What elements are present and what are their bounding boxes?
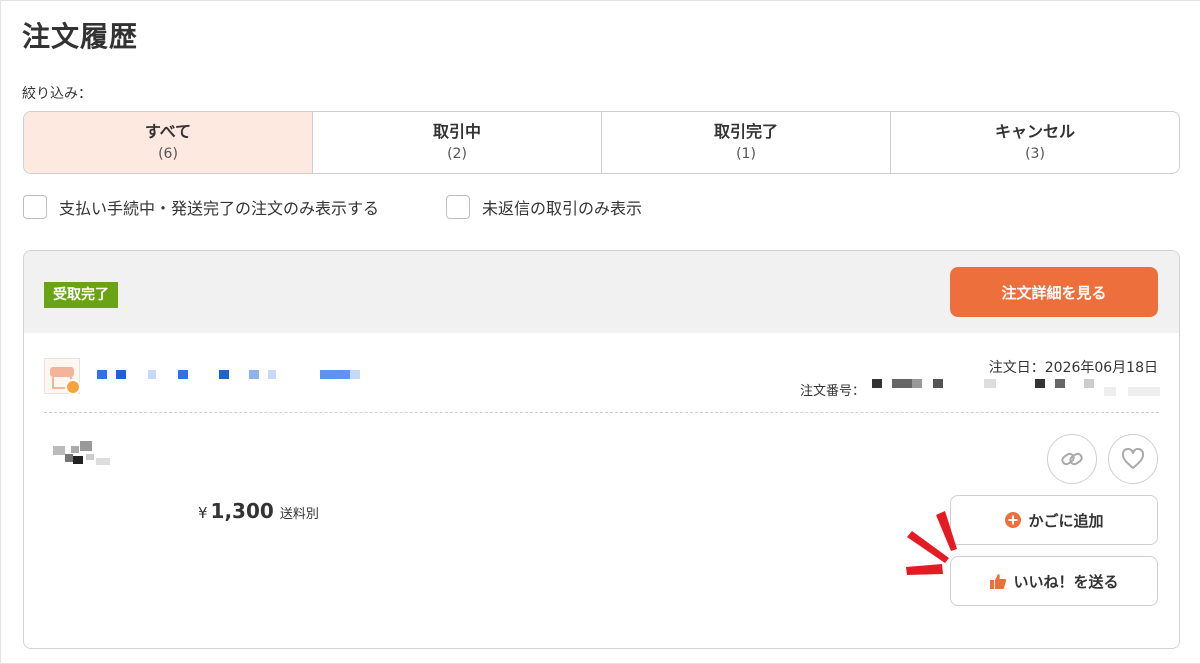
tab-all[interactable]: すべて (6) [24, 112, 313, 173]
share-link-button[interactable] [1047, 434, 1097, 484]
price-currency: ¥ [198, 504, 208, 522]
filter-label: 絞り込み： [22, 86, 92, 102]
tab-count: (1) [736, 146, 756, 162]
shop-icon[interactable] [44, 358, 81, 395]
plus-circle-icon [1004, 511, 1022, 529]
heart-icon [1121, 448, 1145, 469]
filter-checkbox-shipping[interactable]: 支払い手続中・発送完了の注文のみ表示する [23, 195, 379, 219]
thumbs-up-icon [989, 572, 1007, 590]
tab-label: 取引完了 [713, 122, 778, 141]
status-badge: 受取完了 [44, 282, 118, 308]
add-to-cart-label: かごに追加 [1028, 511, 1104, 530]
order-card-header: 受取完了 注文詳細を見る [24, 251, 1179, 333]
favorite-button[interactable] [1108, 434, 1158, 484]
divider [44, 412, 1159, 413]
send-like-button[interactable]: いいね！を送る [950, 556, 1158, 606]
tab-completed[interactable]: 取引完了 (1) [602, 112, 891, 173]
order-detail-button[interactable]: 注文詳細を見る [950, 267, 1158, 317]
checkbox-label: 支払い手続中・発送完了の注文のみ表示する [59, 199, 380, 218]
tab-label: 取引中 [432, 122, 481, 141]
order-number-label: 注文番号： [800, 384, 866, 399]
tab-count: (2) [447, 146, 467, 162]
order-date: 注文日：2026年06月18日 [988, 360, 1158, 376]
order-card: 受取完了 注文詳細を見る 注文日：2026年06月18日 注文番号： ¥ 1,3… [23, 250, 1180, 649]
checkbox[interactable] [446, 195, 470, 219]
page-frame: 注文履歴 絞り込み： すべて (6) 取引中 (2) 取引完了 (1) キャンセ… [0, 0, 1200, 664]
page-title: 注文履歴 [22, 20, 139, 53]
checkbox-label: 未返信の取引のみ表示 [482, 199, 643, 218]
tab-in-progress[interactable]: 取引中 (2) [313, 112, 602, 173]
price-value: 1,300 [210, 499, 274, 523]
filter-checkbox-unreplied[interactable]: 未返信の取引のみ表示 [446, 195, 642, 219]
filter-tabs: すべて (6) 取引中 (2) 取引完了 (1) キャンセル (3) [23, 111, 1180, 174]
tab-label: キャンセル [994, 122, 1075, 141]
tab-count: (6) [158, 146, 178, 162]
checkbox[interactable] [23, 195, 47, 219]
user-badge-icon [65, 379, 81, 395]
link-icon [1061, 452, 1083, 466]
send-like-label: いいね！を送る [1013, 572, 1119, 591]
tab-cancelled[interactable]: キャンセル (3) [891, 112, 1179, 173]
tab-label: すべて [144, 122, 192, 141]
price: ¥ 1,300 送料別 [198, 499, 319, 523]
add-to-cart-button[interactable]: かごに追加 [950, 495, 1158, 545]
tab-count: (3) [1025, 146, 1045, 162]
shipping-note: 送料別 [279, 507, 319, 522]
